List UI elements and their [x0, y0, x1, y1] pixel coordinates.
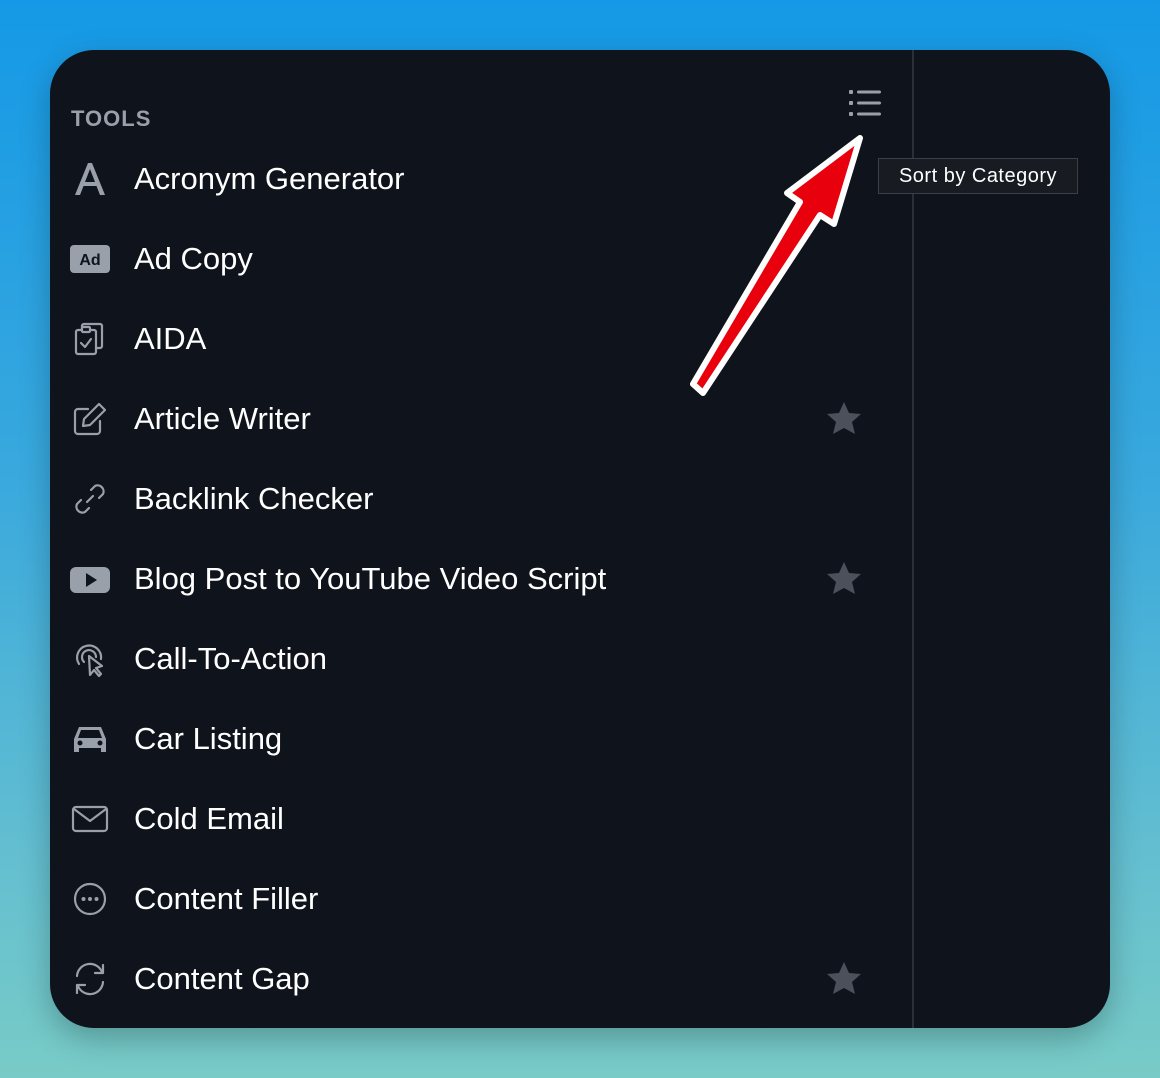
list-icon — [849, 90, 881, 116]
favorite-star-icon[interactable] — [824, 559, 864, 599]
tool-label: AIDA — [134, 321, 207, 356]
tool-label: Call-To-Action — [134, 641, 327, 676]
tool-item-backlink-checker[interactable]: Backlink Checker — [50, 459, 912, 539]
car-icon — [70, 719, 110, 759]
cursor-click-icon — [70, 639, 110, 679]
annotation-arrow-icon — [690, 135, 863, 396]
link-icon — [70, 479, 110, 519]
tool-label: Cold Email — [134, 801, 284, 836]
clipboard-check-icon — [70, 319, 110, 359]
panel-divider — [912, 50, 914, 1028]
tool-label: Content Filler — [134, 881, 319, 916]
tool-label: Ad Copy — [134, 241, 253, 276]
letter-a-icon — [70, 159, 110, 199]
sort-tooltip: Sort by Category — [878, 158, 1078, 194]
tool-item-blog-post-to-youtube[interactable]: Blog Post to YouTube Video Script — [50, 539, 912, 619]
ad-badge-icon: Ad — [70, 239, 110, 279]
envelope-icon — [70, 799, 110, 839]
tool-label: Blog Post to YouTube Video Script — [134, 561, 607, 596]
svg-text:Ad: Ad — [79, 252, 100, 269]
tool-item-content-filler[interactable]: Content Filler — [50, 859, 912, 939]
tools-panel: TOOLS Acronym Generator Ad Ad Copy AIDA … — [50, 50, 1110, 1028]
tool-item-car-listing[interactable]: Car Listing — [50, 699, 912, 779]
ellipsis-circle-icon — [70, 879, 110, 919]
tool-item-call-to-action[interactable]: Call-To-Action — [50, 619, 912, 699]
tool-label: Backlink Checker — [134, 481, 374, 516]
refresh-icon — [70, 959, 110, 999]
tool-item-content-gap[interactable]: Content Gap — [50, 939, 912, 1019]
sort-by-category-button[interactable] — [842, 86, 886, 122]
section-title: TOOLS — [71, 106, 152, 131]
youtube-icon — [70, 559, 110, 599]
tool-item-cold-email[interactable]: Cold Email — [50, 779, 912, 859]
pencil-square-icon — [70, 399, 110, 439]
tool-label: Acronym Generator — [134, 161, 405, 196]
tool-label: Article Writer — [134, 401, 311, 436]
tool-label: Content Gap — [134, 961, 310, 996]
tool-label: Car Listing — [134, 721, 283, 756]
favorite-star-icon[interactable] — [824, 959, 864, 999]
